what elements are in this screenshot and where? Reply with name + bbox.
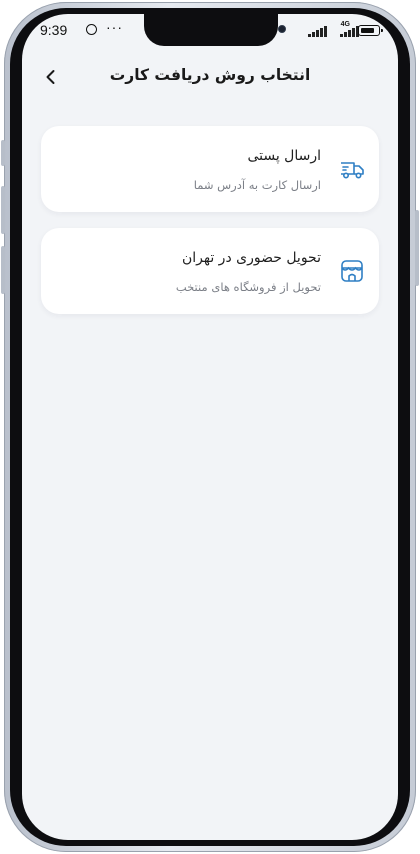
silent-switch <box>1 140 5 166</box>
page-title: انتخاب روش دریافت کارت <box>109 66 311 84</box>
postal-delivery-title: ارسال پستی <box>247 148 321 164</box>
notification-app-icon <box>86 24 97 35</box>
volume-down-button <box>1 246 5 294</box>
app-screen: 9:39 ··· 4G انتخاب روش دریافت کارت ارسال… <box>22 14 398 840</box>
status-time: 9:39 <box>40 22 68 38</box>
in-person-pickup-subtitle: تحویل از فروشگاه های منتخب <box>175 280 321 294</box>
battery-icon <box>358 25 383 36</box>
store-icon <box>341 260 363 282</box>
in-person-pickup-option[interactable]: تحویل حضوری در تهران تحویل از فروشگاه ها… <box>41 228 379 314</box>
postal-delivery-option[interactable]: ارسال پستی ارسال کارت به آدرس شما <box>41 126 379 212</box>
power-button <box>415 210 419 286</box>
truck-icon <box>341 162 364 179</box>
page-header: انتخاب روش دریافت کارت <box>22 58 398 98</box>
signal-icon-secondary <box>340 25 359 37</box>
postal-delivery-subtitle: ارسال کارت به آدرس شما <box>193 178 321 192</box>
chevron-left-icon <box>46 70 55 84</box>
status-bar: 9:39 ··· 4G <box>22 14 398 48</box>
more-notifications-dots: ··· <box>106 19 123 35</box>
notch <box>144 14 286 46</box>
back-button[interactable] <box>36 62 66 92</box>
volume-up-button <box>1 186 5 234</box>
in-person-pickup-title: تحویل حضوری در تهران <box>181 250 321 266</box>
front-camera <box>278 25 286 33</box>
status-indicators: 4G <box>308 21 383 38</box>
signal-icon <box>308 25 327 37</box>
